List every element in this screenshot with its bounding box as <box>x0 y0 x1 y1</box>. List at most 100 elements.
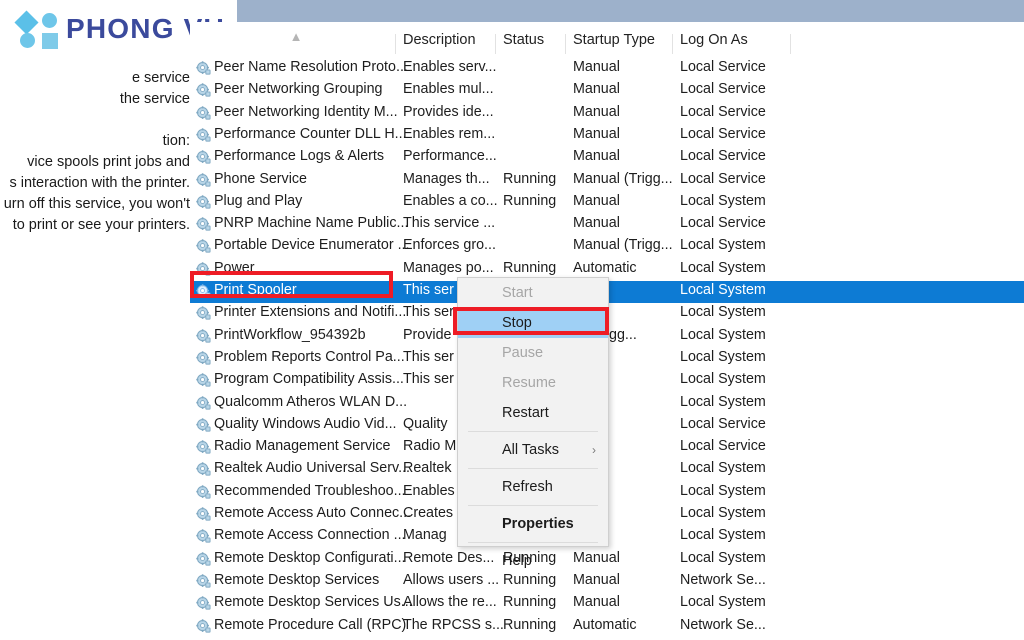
table-row[interactable]: Peer Networking Grouping Enables mul... Ma… <box>190 80 1024 102</box>
column-header-startup-type[interactable]: Startup Type <box>573 32 655 48</box>
service-status: Running <box>503 170 557 187</box>
menu-item-label: Start <box>502 285 533 301</box>
service-name: Recommended Troubleshoo... <box>214 482 406 499</box>
service-startup-type: Manual <box>573 59 620 75</box>
table-row[interactable]: Remote Desktop Services Us... Allows the … <box>190 593 1024 615</box>
service-description: Provide <box>403 326 452 343</box>
service-gear-icon <box>196 150 211 165</box>
menu-item-stop[interactable]: Stop <box>458 308 608 338</box>
service-description: Provides ide... <box>403 103 494 120</box>
table-row[interactable]: PNRP Machine Name Public... This service … <box>190 214 1024 236</box>
menu-separator <box>468 542 598 543</box>
service-name: Performance Logs & Alerts <box>214 148 385 165</box>
service-description: This ser <box>403 282 454 298</box>
service-context-menu[interactable]: Start Stop Pause Resume Restart All Tasks › Ref… <box>457 277 609 569</box>
column-divider[interactable] <box>790 34 791 54</box>
service-log-on-as: Local Service <box>680 215 766 232</box>
menu-item-label: Properties <box>502 516 574 532</box>
column-header-status[interactable]: Status <box>503 32 544 48</box>
column-divider[interactable] <box>395 34 396 54</box>
service-name: Remote Desktop Services <box>214 571 380 588</box>
service-description: Enables mul... <box>403 81 494 98</box>
service-description: This ser <box>403 371 454 388</box>
service-name: PNRP Machine Name Public... <box>214 215 409 232</box>
chevron-right-icon: › <box>592 443 596 457</box>
service-log-on-as: Local System <box>680 482 766 499</box>
service-gear-icon <box>196 261 211 277</box>
service-status: Running <box>503 192 557 209</box>
table-row[interactable]: Portable Device Enumerator ... Enforces g… <box>190 236 1024 258</box>
service-status: Running <box>503 259 557 276</box>
column-divider[interactable] <box>495 34 496 54</box>
description-line: urn off this service, you won't <box>3 196 190 212</box>
screenshot-root: PHONG VU e service the service tion: vice s… <box>0 0 1024 640</box>
service-log-on-as: Local System <box>680 348 766 365</box>
service-log-on-as: Local System <box>680 594 766 611</box>
column-divider[interactable] <box>565 34 566 54</box>
table-header-row: Description Status Startup Type Log On As <box>190 32 1024 58</box>
logo-marks <box>14 10 64 49</box>
service-name: Portable Device Enumerator ... <box>214 237 410 254</box>
service-gear-icon <box>196 507 211 522</box>
menu-separator <box>468 431 598 432</box>
table-row[interactable]: Performance Counter DLL H... Enables rem.… <box>190 125 1024 147</box>
service-name: Remote Procedure Call (RPC) <box>214 616 407 633</box>
service-name: Quality Windows Audio Vid... <box>214 415 397 432</box>
service-log-on-as: Network Se... <box>680 616 766 633</box>
table-row[interactable]: Remote Procedure Call (RPC) The RPCSS s..… <box>190 616 1024 638</box>
service-gear-icon <box>196 484 211 500</box>
menu-item-pause: Pause <box>458 338 608 368</box>
service-log-on-as: Local System <box>680 460 766 477</box>
service-log-on-as: Local System <box>680 304 766 321</box>
service-description: Enables a co... <box>403 192 498 209</box>
table-row[interactable]: Performance Logs & Alerts Performance... M… <box>190 147 1024 169</box>
service-name: Power <box>214 259 255 276</box>
service-description: Enables serv... <box>403 59 497 75</box>
service-gear-icon <box>196 195 211 210</box>
service-gear-icon <box>196 551 211 567</box>
service-description: This ser <box>403 304 454 321</box>
service-name: Peer Networking Identity M... <box>214 103 398 120</box>
menu-item-label: Refresh <box>502 479 553 495</box>
menu-item-label: Help <box>502 553 532 569</box>
service-log-on-as: Local System <box>680 237 766 254</box>
circle-shape-icon <box>42 13 57 28</box>
table-row[interactable]: Peer Networking Identity M... Provides id… <box>190 103 1024 125</box>
service-name: Remote Desktop Services Us... <box>214 594 413 611</box>
description-line: tion: <box>162 133 190 149</box>
service-name: Printer Extensions and Notifi... <box>214 304 407 321</box>
service-name: Program Compatibility Assis... <box>214 371 404 388</box>
service-log-on-as: Local Service <box>680 415 766 432</box>
service-name: Realtek Audio Universal Serv... <box>214 460 411 477</box>
service-startup-type: Manual <box>573 125 620 142</box>
service-description: This ser <box>403 348 454 365</box>
menu-item-restart[interactable]: Restart <box>458 398 608 428</box>
table-row[interactable]: Plug and Play Enables a co... Running Manua… <box>190 192 1024 214</box>
description-line: s interaction with the printer. <box>9 175 190 191</box>
column-divider[interactable] <box>672 34 673 54</box>
service-description: The RPCSS s... <box>403 616 504 633</box>
description-line: to print or see your printers. <box>12 217 190 233</box>
service-description: Manages po... <box>403 259 494 276</box>
table-row[interactable]: Peer Name Resolution Proto... Enables ser… <box>190 58 1024 80</box>
service-startup-type: Manual <box>573 215 620 232</box>
service-status: Running <box>503 594 557 611</box>
menu-item-refresh[interactable]: Refresh <box>458 472 608 502</box>
service-gear-icon <box>196 61 211 76</box>
service-status: Running <box>503 616 557 633</box>
service-log-on-as: Local System <box>680 527 766 544</box>
table-row[interactable]: Phone Service Manages th... Running Manual … <box>190 170 1024 192</box>
column-header-log-on-as[interactable]: Log On As <box>680 32 748 48</box>
service-description: Enables rem... <box>403 125 496 142</box>
service-gear-icon <box>196 284 211 299</box>
service-name: Phone Service <box>214 170 307 187</box>
square-shape-icon <box>42 33 58 49</box>
service-startup-type: Automatic <box>573 616 637 633</box>
service-log-on-as: Local Service <box>680 81 766 98</box>
service-gear-icon <box>196 574 211 589</box>
menu-item-all-tasks[interactable]: All Tasks › <box>458 435 608 465</box>
column-header-description[interactable]: Description <box>403 32 476 48</box>
service-description: Creates <box>403 505 454 521</box>
menu-item-properties[interactable]: Properties <box>458 509 608 539</box>
menu-item-help[interactable]: Help <box>458 546 608 576</box>
